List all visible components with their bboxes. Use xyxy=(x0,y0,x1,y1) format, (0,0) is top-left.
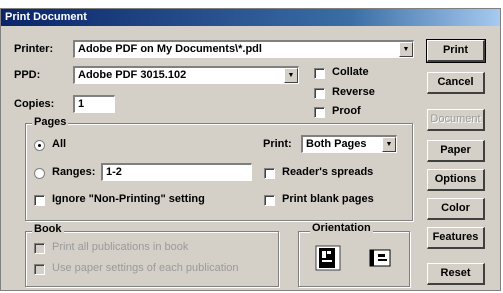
document-button[interactable]: Document xyxy=(427,109,485,131)
print-blank-label: Print blank pages xyxy=(282,193,374,205)
print-blank-checkbox[interactable] xyxy=(264,195,275,206)
use-paper-settings-label: Use paper settings of each publication xyxy=(52,262,239,274)
print-pages-select[interactable]: Both Pages ▼ xyxy=(301,135,397,153)
landscape-page-icon[interactable] xyxy=(367,245,393,271)
dialog-title: Print Document xyxy=(1,9,500,26)
features-button[interactable]: Features xyxy=(427,227,485,249)
ranges-radio[interactable] xyxy=(34,168,45,179)
all-pages-radio[interactable] xyxy=(34,140,45,151)
ppd-label: PPD: xyxy=(14,69,41,81)
proof-label: Proof xyxy=(332,105,361,117)
reset-button[interactable]: Reset xyxy=(427,263,485,285)
color-button[interactable]: Color xyxy=(427,198,485,220)
printer-select[interactable]: Adobe PDF on My Documents\*.pdl ▼ xyxy=(73,40,414,58)
print-pages-value: Both Pages xyxy=(306,138,367,150)
print-document-dialog: Print Document Printer: Adobe PDF on My … xyxy=(0,8,501,291)
print-all-publications-checkbox[interactable] xyxy=(34,243,45,254)
copies-input[interactable]: 1 xyxy=(73,95,115,113)
chevron-down-icon[interactable]: ▼ xyxy=(382,137,396,152)
ignore-nonprinting-label: Ignore "Non-Printing" setting xyxy=(52,193,205,205)
print-pages-label: Print: xyxy=(263,138,292,150)
readers-spreads-label: Reader's spreads xyxy=(282,166,374,178)
use-paper-settings-checkbox[interactable] xyxy=(34,264,45,275)
proof-checkbox[interactable] xyxy=(314,107,325,118)
ranges-label: Ranges: xyxy=(52,166,96,178)
copies-label: Copies: xyxy=(14,98,55,110)
ppd-select[interactable]: Adobe PDF 3015.102 ▼ xyxy=(73,66,299,84)
cancel-button[interactable]: Cancel xyxy=(427,72,485,94)
ranges-input[interactable]: 1-2 xyxy=(101,163,252,181)
options-button[interactable]: Options xyxy=(427,169,485,191)
all-pages-label: All xyxy=(52,138,67,150)
printer-value: Adobe PDF on My Documents\*.pdl xyxy=(78,43,262,55)
ignore-nonprinting-checkbox[interactable] xyxy=(34,195,45,206)
reverse-checkbox[interactable] xyxy=(314,88,325,99)
orientation-group-label: Orientation xyxy=(310,222,373,234)
chevron-down-icon[interactable]: ▼ xyxy=(284,68,298,83)
chevron-down-icon[interactable]: ▼ xyxy=(399,42,413,57)
readers-spreads-checkbox[interactable] xyxy=(264,168,275,179)
paper-button[interactable]: Paper xyxy=(427,140,485,162)
book-group xyxy=(25,231,279,287)
book-group-label: Book xyxy=(32,223,64,235)
print-button[interactable]: Print xyxy=(426,39,486,63)
reverse-label: Reverse xyxy=(332,86,375,98)
collate-checkbox[interactable] xyxy=(314,68,325,79)
printer-label: Printer: xyxy=(14,43,54,55)
portrait-page-icon[interactable] xyxy=(315,245,341,271)
ppd-value: Adobe PDF 3015.102 xyxy=(78,69,187,81)
print-all-publications-label: Print all publications in book xyxy=(52,241,189,253)
pages-group-label: Pages xyxy=(32,116,69,128)
collate-label: Collate xyxy=(332,66,369,78)
